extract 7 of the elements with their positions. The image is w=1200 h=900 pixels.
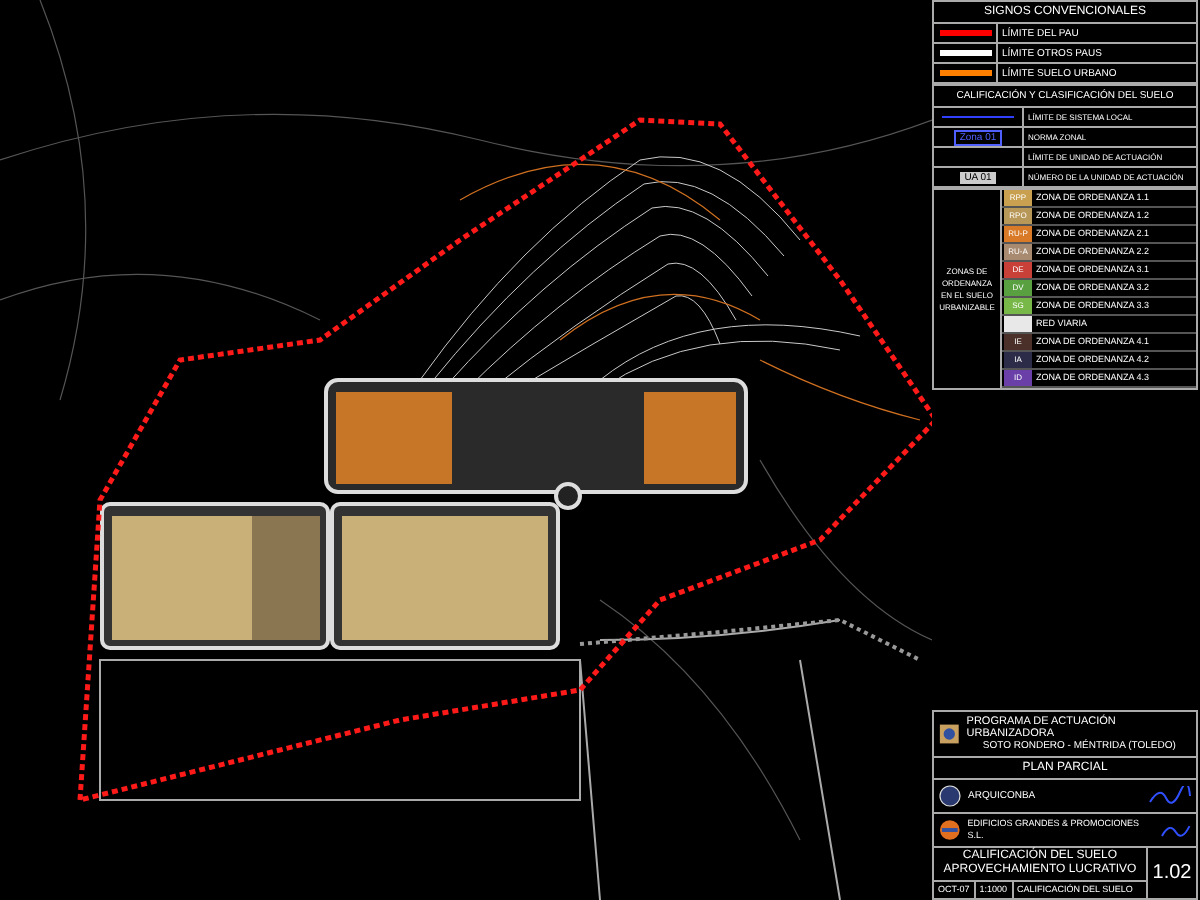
- boundary-line-sample: [942, 116, 1014, 118]
- signature-icon: [1148, 786, 1192, 806]
- emblem-icon: [938, 722, 961, 746]
- seal-icon: [938, 784, 962, 808]
- logo-icon: [938, 818, 962, 842]
- sheet-number: 1.02: [1150, 859, 1194, 887]
- signature-icon: [1160, 820, 1192, 840]
